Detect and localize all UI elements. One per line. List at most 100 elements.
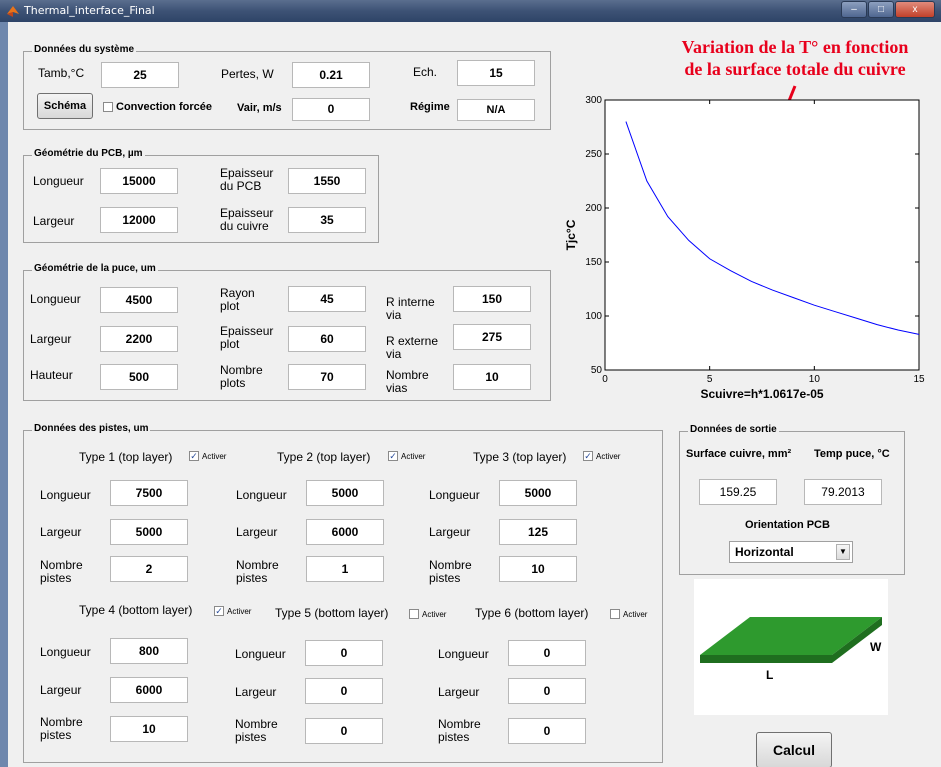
rint-field[interactable]: 150 [453, 286, 531, 312]
type1-longueur-label: Longueur [40, 488, 91, 502]
pcb-legend: Géométrie du PCB, µm [32, 148, 145, 159]
tamb-field[interactable]: 25 [101, 62, 179, 88]
close-button[interactable]: x [895, 1, 935, 18]
type1-nombre-label-2: pistes [40, 571, 72, 585]
type5-longueur-field[interactable]: 0 [305, 640, 383, 666]
pertes-field[interactable]: 0.21 [292, 62, 370, 88]
y-tick-label: 100 [585, 311, 602, 322]
type6-activer-checkbox[interactable]: Activer [610, 609, 647, 619]
annotation-text: Variation de la T° en fonction de la sur… [645, 36, 941, 80]
type5-largeur-field[interactable]: 0 [305, 678, 383, 704]
ep-plot-label-2: plot [220, 337, 240, 351]
type4-check-mark[interactable]: ✓ [214, 606, 224, 616]
pcb-largeur-field[interactable]: 12000 [100, 207, 178, 233]
maximize-button[interactable]: □ [868, 1, 894, 18]
type6-largeur-label: Largeur [438, 685, 480, 699]
schema-button[interactable]: Schéma [37, 93, 93, 119]
system-legend: Données du système [32, 44, 137, 55]
type6-title: Type 6 (bottom layer) [475, 606, 589, 620]
puce-longueur-field[interactable]: 4500 [100, 287, 178, 313]
cuivre-epaisseur-field[interactable]: 35 [288, 207, 366, 233]
annotation-line-2: de la surface totale du cuivre [684, 59, 906, 79]
orientation-select[interactable]: Horizontal ▼ [729, 541, 853, 563]
puce-legend: Géométrie de la puce, um [32, 263, 158, 274]
nb-plots-field[interactable]: 70 [288, 364, 366, 390]
ech-field[interactable]: 15 [457, 60, 535, 86]
board-l-label: L [766, 668, 773, 682]
orientation-value: Horizontal [735, 545, 794, 559]
pcb-epaisseur-field[interactable]: 1550 [288, 168, 366, 194]
annotation-line-1: Variation de la T° en fonction [681, 37, 909, 57]
puce-hauteur-label: Hauteur [30, 368, 73, 382]
type3-nombre-label-2: pistes [429, 571, 461, 585]
type2-check-mark[interactable]: ✓ [388, 451, 398, 461]
temperature-chart: 0 5 10 15 50 100 150 200 250 300 Scuivre=h*1.0617e… [564, 95, 925, 401]
ep-plot-field[interactable]: 60 [288, 326, 366, 352]
rext-field[interactable]: 275 [453, 324, 531, 350]
type2-largeur-label: Largeur [236, 525, 278, 539]
type4-activer-checkbox[interactable]: ✓ Activer [214, 606, 251, 616]
regime-field[interactable]: N/A [457, 99, 535, 121]
y-tick-label: 250 [585, 149, 602, 160]
convection-checkbox[interactable]: Convection forcée [103, 101, 212, 113]
type5-activer-checkbox[interactable]: Activer [409, 609, 446, 619]
type6-nombre-label-2: pistes [438, 730, 470, 744]
pcb-longueur-field[interactable]: 15000 [100, 168, 178, 194]
type2-longueur-field[interactable]: 5000 [306, 480, 384, 506]
type6-longueur-field[interactable]: 0 [508, 640, 586, 666]
type4-longueur-field[interactable]: 800 [110, 638, 188, 664]
type6-largeur-field[interactable]: 0 [508, 678, 586, 704]
type1-nombre-field[interactable]: 2 [110, 556, 188, 582]
type2-nombre-field[interactable]: 1 [306, 556, 384, 582]
type3-largeur-field[interactable]: 125 [499, 519, 577, 545]
type6-check-box[interactable] [610, 609, 620, 619]
matlab-icon [7, 6, 19, 17]
type4-nombre-field[interactable]: 10 [110, 716, 188, 742]
pcb-longueur-label: Longueur [33, 174, 84, 188]
y-axis-label: Tjc°C [564, 219, 578, 250]
type2-longueur-label: Longueur [236, 488, 287, 502]
vair-field[interactable]: 0 [292, 98, 370, 121]
type3-longueur-field[interactable]: 5000 [499, 480, 577, 506]
pcb-epaisseur-label-2: du PCB [220, 179, 262, 193]
type3-activer-checkbox[interactable]: ✓ Activer [583, 451, 620, 461]
type1-largeur-field[interactable]: 5000 [110, 519, 188, 545]
type5-largeur-label: Largeur [235, 685, 277, 699]
type5-nombre-field[interactable]: 0 [305, 718, 383, 744]
type2-activer-checkbox[interactable]: ✓ Activer [388, 451, 425, 461]
type4-title: Type 4 (bottom layer) [79, 603, 193, 617]
temp-label: Temp puce, °C [814, 448, 890, 460]
calcul-button[interactable]: Calcul [756, 732, 832, 767]
type1-activer-checkbox[interactable]: ✓ Activer [189, 451, 226, 461]
type1-check-mark[interactable]: ✓ [189, 451, 199, 461]
type3-nombre-field[interactable]: 10 [499, 556, 577, 582]
puce-largeur-field[interactable]: 2200 [100, 326, 178, 352]
puce-hauteur-field[interactable]: 500 [100, 364, 178, 390]
type5-title: Type 5 (bottom layer) [275, 606, 389, 620]
pistes-legend: Données des pistes, um [32, 423, 151, 434]
x-tick-label: 10 [809, 374, 821, 385]
window-left-edge [0, 22, 8, 767]
type5-check-box[interactable] [409, 609, 419, 619]
chevron-down-icon[interactable]: ▼ [836, 544, 850, 560]
surface-output: 159.25 [699, 479, 777, 505]
rint-label-2: via [386, 308, 402, 322]
orientation-label: Orientation PCB [745, 519, 830, 531]
nvias-field[interactable]: 10 [453, 364, 531, 390]
rayon-field[interactable]: 45 [288, 286, 366, 312]
type2-activer-label: Activer [401, 451, 426, 461]
type2-largeur-field[interactable]: 6000 [306, 519, 384, 545]
y-tick-label: 150 [585, 257, 602, 268]
type5-nombre-label-2: pistes [235, 730, 267, 744]
nb-plots-label-2: plots [220, 376, 246, 390]
convection-box[interactable] [103, 102, 113, 112]
type6-nombre-field[interactable]: 0 [508, 718, 586, 744]
x-tick-label: 15 [913, 374, 925, 385]
type1-longueur-field[interactable]: 7500 [110, 480, 188, 506]
board-front-face [700, 655, 832, 663]
type4-largeur-field[interactable]: 6000 [110, 677, 188, 703]
minimize-button[interactable]: – [841, 1, 867, 18]
puce-largeur-label: Largeur [30, 332, 72, 346]
type6-longueur-label: Longueur [438, 647, 489, 661]
type3-check-mark[interactable]: ✓ [583, 451, 593, 461]
